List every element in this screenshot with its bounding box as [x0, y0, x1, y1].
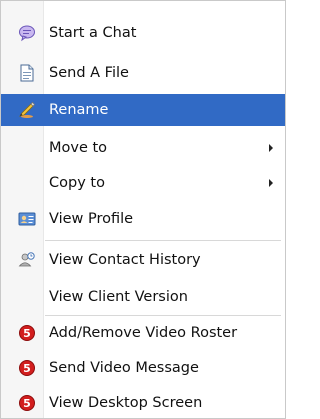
- menu-separator: [45, 240, 281, 241]
- menu-item-label: Move to: [49, 140, 108, 156]
- video-icon-glyph: 5: [19, 325, 35, 341]
- menu-item-label: Send A File: [49, 65, 129, 81]
- menu-item-view-profile[interactable]: View Profile: [1, 203, 285, 235]
- file-icon: [18, 64, 36, 82]
- menu-item-view-desktop-screen[interactable]: 5 View Desktop Screen: [1, 387, 285, 419]
- profile-card-icon: [18, 210, 36, 228]
- menu-item-move-to[interactable]: Move to: [1, 132, 285, 164]
- menu-item-label: Send Video Message: [49, 360, 199, 376]
- video-icon: 5: [18, 394, 36, 412]
- video-icon: 5: [18, 324, 36, 342]
- rename-icon: [18, 101, 36, 119]
- video-icon-glyph: 5: [19, 360, 35, 376]
- submenu-arrow-icon: [269, 179, 273, 187]
- menu-item-send-a-file[interactable]: Send A File: [1, 57, 285, 89]
- chat-bubble-icon: [18, 24, 36, 42]
- menu-item-label: View Client Version: [49, 289, 188, 305]
- menu-separator: [45, 315, 281, 316]
- menu-item-label: Rename: [49, 102, 109, 118]
- menu-item-label: View Profile: [49, 211, 134, 227]
- context-menu: Start a Chat Send A File Rename Move to …: [0, 0, 286, 419]
- menu-item-view-contact-history[interactable]: View Contact History: [1, 244, 285, 276]
- menu-item-copy-to[interactable]: Copy to: [1, 167, 285, 199]
- submenu-arrow-icon: [269, 144, 273, 152]
- menu-item-rename[interactable]: Rename: [1, 94, 285, 126]
- menu-item-label: View Desktop Screen: [49, 395, 203, 411]
- menu-item-add-remove-video-roster[interactable]: 5 Add/Remove Video Roster: [1, 317, 285, 349]
- video-icon: 5: [18, 359, 36, 377]
- video-icon-glyph: 5: [19, 395, 35, 411]
- menu-item-view-client-version[interactable]: View Client Version: [1, 281, 285, 313]
- contact-history-icon: [18, 251, 36, 269]
- menu-item-start-a-chat[interactable]: Start a Chat: [1, 17, 285, 49]
- menu-item-label: Start a Chat: [49, 25, 137, 41]
- menu-item-send-video-message[interactable]: 5 Send Video Message: [1, 352, 285, 384]
- menu-item-label: Copy to: [49, 175, 105, 191]
- menu-item-label: View Contact History: [49, 252, 201, 268]
- menu-item-label: Add/Remove Video Roster: [49, 325, 238, 341]
